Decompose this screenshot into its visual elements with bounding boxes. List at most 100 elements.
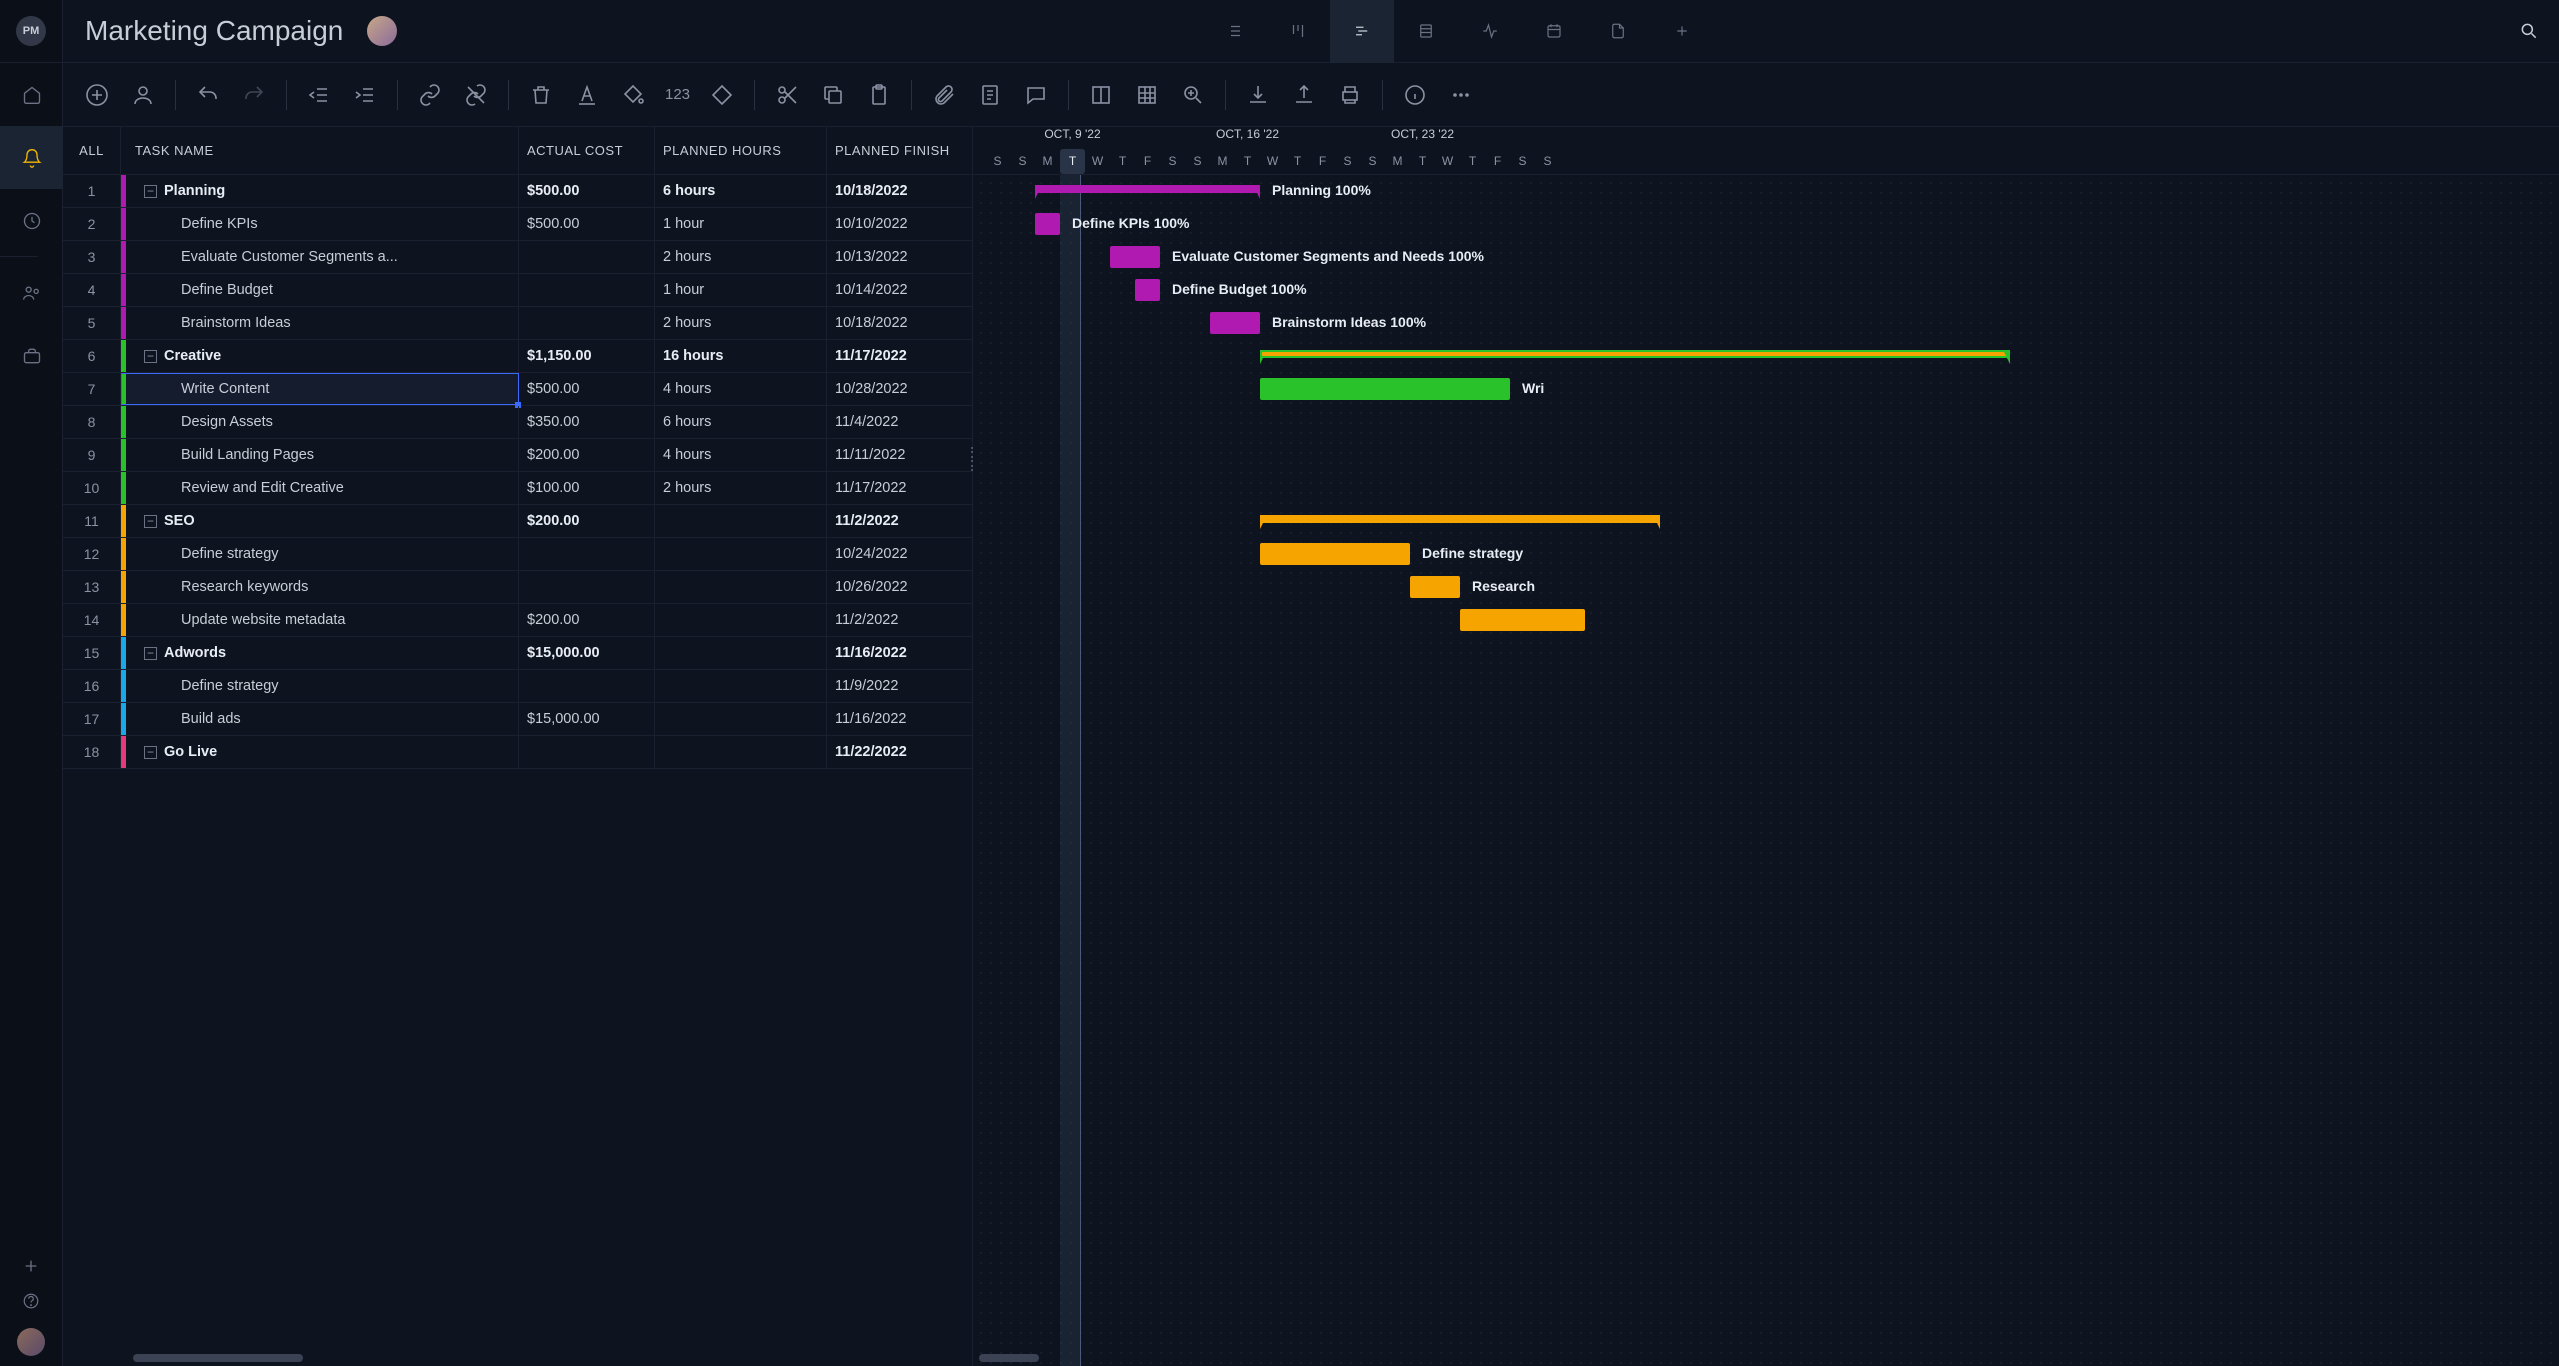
cost-cell[interactable]: $15,000.00: [519, 637, 655, 669]
table-row[interactable]: 13Research keywords10/26/2022: [63, 571, 972, 604]
table-row[interactable]: 4Define Budget1 hour10/14/2022: [63, 274, 972, 307]
gantt-task-bar[interactable]: [1210, 312, 1260, 334]
hours-cell[interactable]: [655, 637, 827, 669]
user-avatar-small[interactable]: [17, 1328, 45, 1356]
columns-button[interactable]: [1087, 81, 1115, 109]
pane-resize-handle[interactable]: [971, 447, 977, 471]
nav-work[interactable]: [0, 324, 63, 387]
outdent-button[interactable]: [305, 81, 333, 109]
table-row[interactable]: 2Define KPIs$500.001 hour10/10/2022: [63, 208, 972, 241]
task-name-cell[interactable]: −Adwords: [121, 637, 519, 669]
table-row[interactable]: 14Update website metadata$200.0011/2/202…: [63, 604, 972, 637]
notes-button[interactable]: [976, 81, 1004, 109]
cost-cell[interactable]: [519, 670, 655, 702]
hours-cell[interactable]: 2 hours: [655, 472, 827, 504]
table-row[interactable]: 7Write Content$500.004 hours10/28/2022: [63, 373, 972, 406]
nav-recent[interactable]: [0, 189, 63, 252]
paste-button[interactable]: [865, 81, 893, 109]
task-name-cell[interactable]: Update website metadata: [121, 604, 519, 636]
tab-list[interactable]: [1202, 0, 1266, 63]
nav-help[interactable]: [0, 1292, 63, 1310]
cost-cell[interactable]: $500.00: [519, 175, 655, 207]
nav-home[interactable]: [0, 63, 63, 126]
finish-cell[interactable]: 11/9/2022: [827, 670, 971, 702]
hours-cell[interactable]: [655, 736, 827, 768]
task-name-cell[interactable]: Research keywords: [121, 571, 519, 603]
link-button[interactable]: [416, 81, 444, 109]
cost-cell[interactable]: [519, 538, 655, 570]
export-button[interactable]: [1290, 81, 1318, 109]
gantt-task-bar[interactable]: [1260, 543, 1410, 565]
hours-cell[interactable]: 6 hours: [655, 175, 827, 207]
gantt-task-bar[interactable]: [1035, 213, 1060, 235]
gantt-task-bar[interactable]: [1460, 609, 1585, 631]
info-button[interactable]: [1401, 81, 1429, 109]
task-name-cell[interactable]: Define Budget: [121, 274, 519, 306]
hours-cell[interactable]: [655, 703, 827, 735]
nav-add[interactable]: [0, 1258, 63, 1274]
task-name-cell[interactable]: −Creative: [121, 340, 519, 372]
collapse-button[interactable]: −: [144, 647, 157, 660]
hours-cell[interactable]: 4 hours: [655, 439, 827, 471]
cost-cell[interactable]: [519, 307, 655, 339]
col-header-name[interactable]: TASK NAME: [121, 127, 519, 174]
project-owner-avatar[interactable]: [367, 16, 397, 46]
finish-cell[interactable]: 10/24/2022: [827, 538, 971, 570]
grid-button[interactable]: [1133, 81, 1161, 109]
comments-button[interactable]: [1022, 81, 1050, 109]
finish-cell[interactable]: 10/10/2022: [827, 208, 971, 240]
task-name-cell[interactable]: −Planning: [121, 175, 519, 207]
table-row[interactable]: 15−Adwords$15,000.0011/16/2022: [63, 637, 972, 670]
tab-gantt[interactable]: [1330, 0, 1394, 63]
copy-button[interactable]: [819, 81, 847, 109]
hours-cell[interactable]: 1 hour: [655, 274, 827, 306]
table-row[interactable]: 1−Planning$500.006 hours10/18/2022: [63, 175, 972, 208]
finish-cell[interactable]: 11/17/2022: [827, 340, 971, 372]
hours-cell[interactable]: 4 hours: [655, 373, 827, 405]
assign-button[interactable]: [129, 81, 157, 109]
collapse-button[interactable]: −: [144, 515, 157, 528]
task-name-cell[interactable]: Build ads: [121, 703, 519, 735]
tab-board[interactable]: [1266, 0, 1330, 63]
cost-cell[interactable]: $500.00: [519, 208, 655, 240]
col-header-cost[interactable]: ACTUAL COST: [519, 127, 655, 174]
indent-button[interactable]: [351, 81, 379, 109]
hours-cell[interactable]: [655, 571, 827, 603]
col-header-finish[interactable]: PLANNED FINISH: [827, 127, 971, 174]
table-row[interactable]: 18−Go Live11/22/2022: [63, 736, 972, 769]
finish-cell[interactable]: 11/17/2022: [827, 472, 971, 504]
hours-cell[interactable]: [655, 538, 827, 570]
collapse-button[interactable]: −: [144, 350, 157, 363]
gantt-task-bar[interactable]: [1410, 576, 1460, 598]
task-name-cell[interactable]: Define KPIs: [121, 208, 519, 240]
task-name-cell[interactable]: Define strategy: [121, 670, 519, 702]
hours-cell[interactable]: 2 hours: [655, 307, 827, 339]
finish-cell[interactable]: 10/13/2022: [827, 241, 971, 273]
collapse-button[interactable]: −: [144, 746, 157, 759]
cost-cell[interactable]: $200.00: [519, 604, 655, 636]
finish-cell[interactable]: 11/16/2022: [827, 637, 971, 669]
tab-sheet[interactable]: [1394, 0, 1458, 63]
task-name-cell[interactable]: −SEO: [121, 505, 519, 537]
col-header-hours[interactable]: PLANNED HOURS: [655, 127, 827, 174]
milestone-button[interactable]: [708, 81, 736, 109]
hours-cell[interactable]: 6 hours: [655, 406, 827, 438]
gantt-summary-bar[interactable]: [1260, 515, 1660, 523]
finish-cell[interactable]: 11/2/2022: [827, 505, 971, 537]
gantt-summary-bar[interactable]: [1260, 350, 2010, 358]
task-name-cell[interactable]: −Go Live: [121, 736, 519, 768]
cost-cell[interactable]: $350.00: [519, 406, 655, 438]
table-row[interactable]: 16Define strategy11/9/2022: [63, 670, 972, 703]
table-row[interactable]: 6−Creative$1,150.0016 hours11/17/2022: [63, 340, 972, 373]
table-row[interactable]: 11−SEO$200.0011/2/2022: [63, 505, 972, 538]
table-row[interactable]: 5Brainstorm Ideas2 hours10/18/2022: [63, 307, 972, 340]
tab-calendar[interactable]: [1522, 0, 1586, 63]
finish-cell[interactable]: 11/4/2022: [827, 406, 971, 438]
task-name-cell[interactable]: Evaluate Customer Segments a...: [121, 241, 519, 273]
cost-cell[interactable]: [519, 736, 655, 768]
attach-button[interactable]: [930, 81, 958, 109]
hours-cell[interactable]: 2 hours: [655, 241, 827, 273]
gantt-task-bar[interactable]: [1260, 378, 1510, 400]
collapse-button[interactable]: −: [144, 185, 157, 198]
cost-cell[interactable]: $1,150.00: [519, 340, 655, 372]
